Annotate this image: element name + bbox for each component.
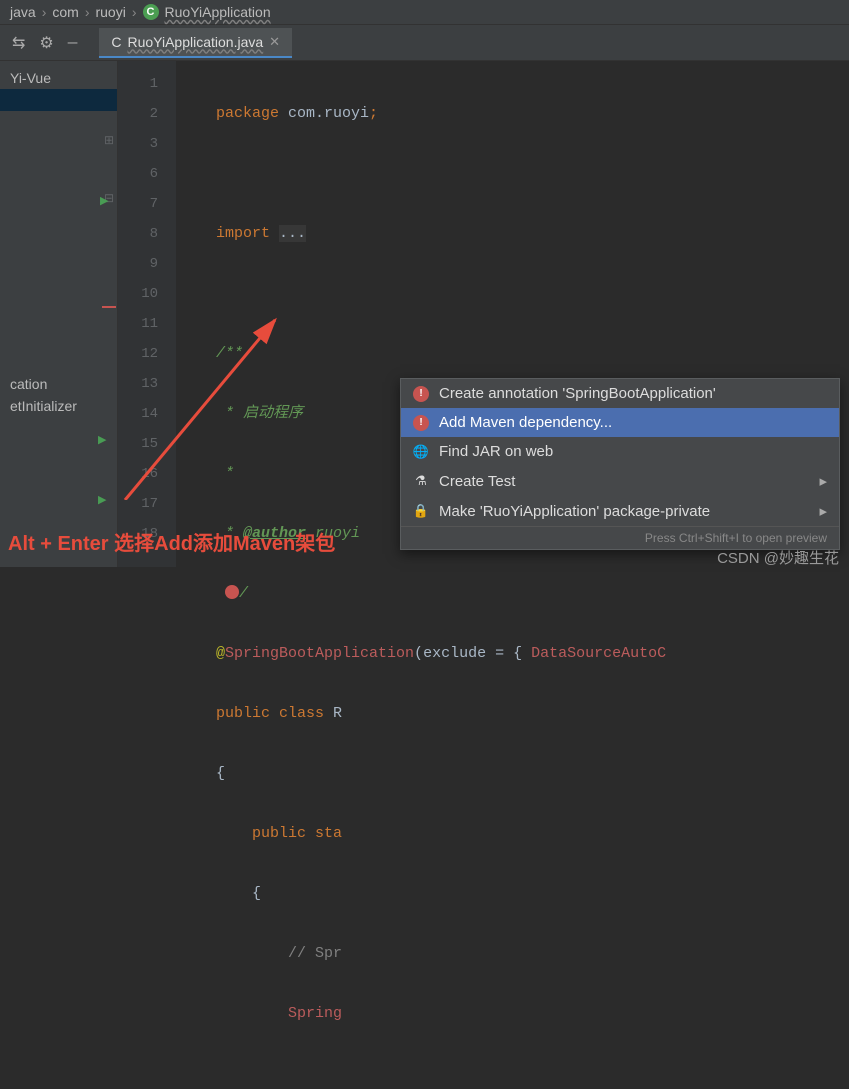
run-icon[interactable]: ▶	[100, 194, 108, 208]
menu-item-create-test[interactable]: ⚗ Create Test ▸	[401, 466, 839, 496]
annotation-label: Alt + Enter 选择Add添加Maven架包	[8, 527, 335, 556]
breadcrumb-part[interactable]: RuoYiApplication	[165, 4, 271, 20]
toolbar: ⇆ ⚙ — C RuoYiApplication.java ✕	[0, 25, 849, 61]
breadcrumb-part[interactable]: com	[52, 4, 78, 20]
breadcrumb-part[interactable]: java	[10, 4, 36, 20]
chevron-icon: ›	[132, 4, 137, 20]
editor-tab[interactable]: C RuoYiApplication.java ✕	[99, 28, 292, 58]
watermark: CSDN @妙趣生花	[717, 547, 839, 568]
chevron-icon: ›	[85, 4, 90, 20]
sidebar-item[interactable]: Yi-Vue	[0, 67, 117, 89]
tab-label: RuoYiApplication.java	[127, 34, 263, 50]
sidebar-item[interactable]: etInitializer	[0, 395, 117, 417]
globe-icon: 🌐	[413, 444, 429, 460]
gear-icon[interactable]: ⚙	[39, 33, 53, 53]
chevron-icon: ›	[42, 4, 47, 20]
menu-item-package-private[interactable]: 🔒 Make 'RuoYiApplication' package-privat…	[401, 496, 839, 526]
submenu-arrow-icon: ▸	[819, 502, 827, 520]
menu-item-find-jar[interactable]: 🌐 Find JAR on web	[401, 437, 839, 466]
intention-bulb-icon[interactable]	[225, 585, 239, 599]
submenu-arrow-icon: ▸	[819, 472, 827, 490]
menu-item-add-maven[interactable]: ! Add Maven dependency...	[401, 408, 839, 437]
line-gutter: 1 2 3 6 7 8 9 10 11 12 13 14 15 16 17 18	[118, 61, 176, 567]
class-icon: C	[111, 34, 121, 50]
sidebar-item[interactable]: cation	[0, 373, 117, 395]
error-bulb-icon: !	[413, 415, 429, 431]
menu-item-create-annotation[interactable]: ! Create annotation 'SpringBootApplicati…	[401, 379, 839, 408]
intention-menu: ! Create annotation 'SpringBootApplicati…	[400, 378, 840, 550]
menu-footer: Press Ctrl+Shift+I to open preview	[401, 526, 839, 549]
error-marker	[102, 306, 116, 308]
lock-icon: 🔒	[413, 503, 429, 519]
project-sidebar[interactable]: Yi-Vue cation etInitializer	[0, 61, 118, 567]
breadcrumb: java › com › ruoyi › C RuoYiApplication	[0, 0, 849, 25]
test-icon: ⚗	[413, 473, 429, 489]
collapse-icon[interactable]: ⇆	[12, 33, 25, 53]
error-bulb-icon: !	[413, 386, 429, 402]
close-icon[interactable]: ✕	[269, 34, 280, 50]
sidebar-item-selected[interactable]	[0, 89, 117, 111]
run-icon[interactable]: ▶	[98, 493, 106, 507]
fold-icon[interactable]: ⊞	[104, 133, 114, 148]
minimize-icon[interactable]: —	[68, 34, 78, 52]
run-icon[interactable]: ▶	[98, 433, 106, 447]
class-icon: C	[143, 4, 159, 20]
breadcrumb-part[interactable]: ruoyi	[95, 4, 125, 20]
